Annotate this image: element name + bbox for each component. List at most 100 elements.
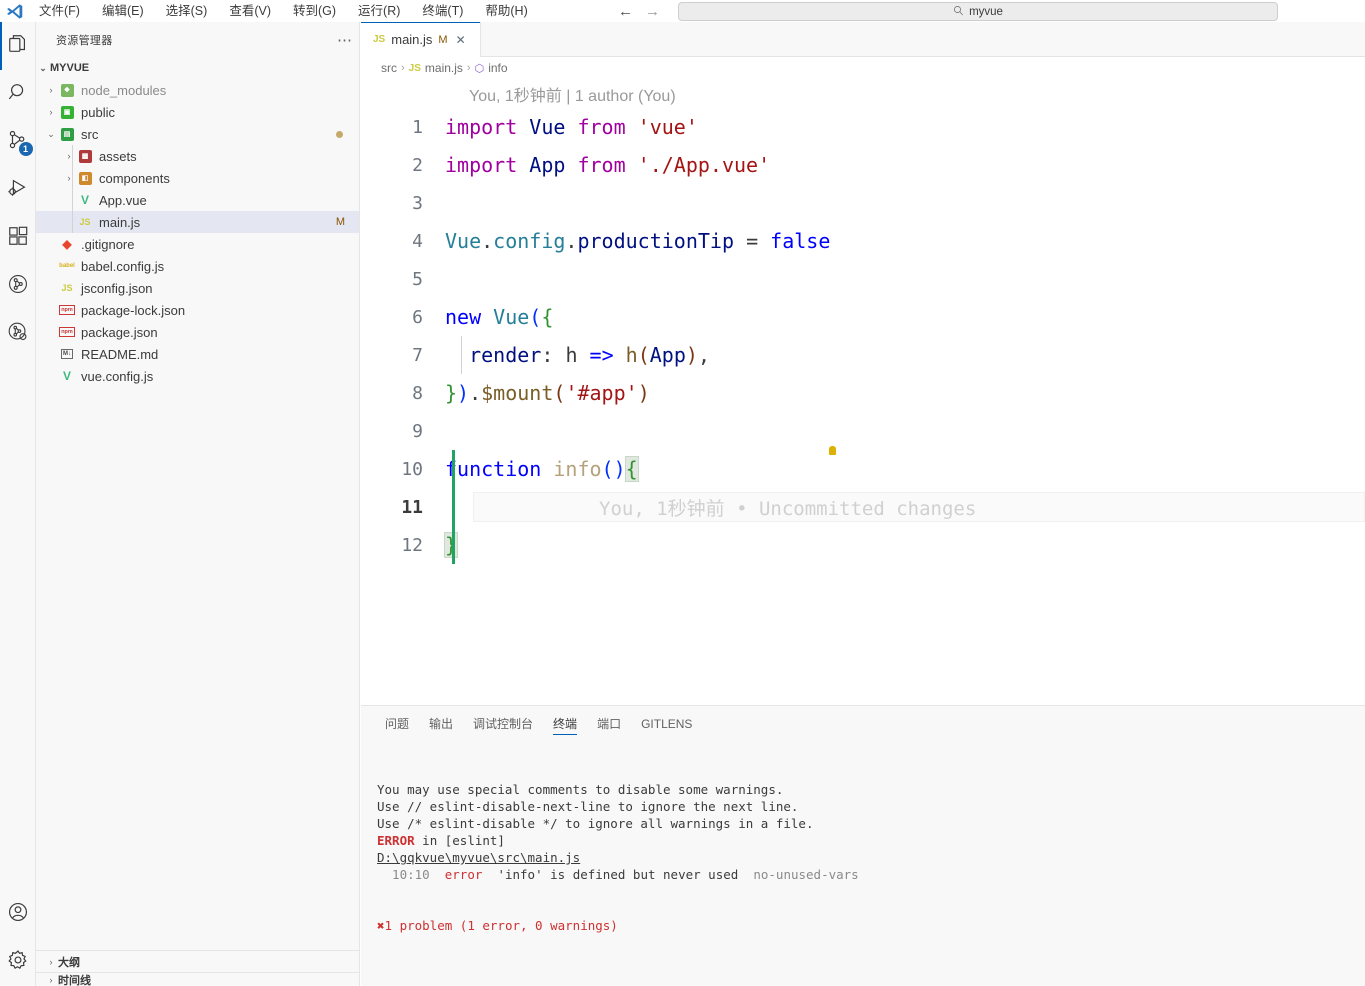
tree-item-assets[interactable]: › ▩ assets — [36, 145, 359, 167]
editor-area: JS main.js M ✕ src › JS main.js › ⬡ info… — [361, 22, 1365, 986]
chevron-right-icon: › — [67, 173, 71, 183]
tree-item-label: components — [99, 170, 170, 186]
code-editor[interactable]: You, 1秒钟前 | 1 author (You) 1 import Vue … — [361, 79, 1365, 684]
tree-item-main-js[interactable]: JS main.js M — [36, 211, 359, 233]
menu-terminal[interactable]: 终端(T) — [411, 1, 474, 21]
problem-rule: no-unused-vars — [753, 867, 859, 882]
problem-summary: 1 problem (1 error, 0 warnings) — [384, 918, 618, 933]
code-line-4: 4 Vue.config.productionTip = false — [361, 222, 1365, 260]
sidebar-collapsed-sections: › 大纲 › 时间线 — [36, 950, 360, 986]
chevron-down-icon: ⌄ — [47, 128, 55, 139]
breadcrumb-info[interactable]: info — [488, 61, 507, 75]
activity-item-explorer[interactable] — [0, 22, 36, 70]
tab-debug-console[interactable]: 调试控制台 — [463, 706, 543, 741]
tree-item-vue-config[interactable]: V vue.config.js — [36, 365, 359, 387]
tab-ports[interactable]: 端口 — [587, 706, 631, 741]
vscode-logo-icon — [0, 0, 28, 22]
modified-gutter-bar — [452, 450, 455, 488]
panel-tabs: 问题 输出 调试控制台 终端 端口 GITLENS — [361, 706, 1365, 741]
breadcrumb-src[interactable]: src — [381, 61, 397, 75]
line-number: 4 — [412, 230, 423, 252]
tab-modified-badge: M — [438, 33, 448, 46]
activity-item-source-control[interactable]: 1 — [0, 118, 36, 166]
problem-message: 'info' is defined but never used — [497, 867, 739, 882]
close-icon[interactable]: ✕ — [456, 33, 466, 47]
activity-item-search[interactable] — [0, 70, 36, 118]
arrow-right-icon[interactable]: → — [645, 4, 660, 19]
tree-item-label: package-lock.json — [81, 302, 186, 318]
modified-badge: M — [335, 216, 345, 228]
problem-position: 10:10 — [377, 867, 430, 882]
tree-item-package-json[interactable]: npm package.json — [36, 321, 359, 343]
ellipsis-icon[interactable]: ⋯ — [337, 31, 353, 49]
tree-root-myvue[interactable]: ⌄ MYVUE — [36, 57, 359, 79]
line-number: 12 — [401, 534, 423, 556]
tab-problems[interactable]: 问题 — [375, 706, 419, 741]
bottom-panel: 问题 输出 调试控制台 终端 端口 GITLENS You may use sp… — [361, 705, 1365, 986]
menu-file[interactable]: 文件(F) — [28, 1, 91, 21]
tree-item-label: App.vue — [99, 192, 147, 208]
activity-bar-bottom — [0, 890, 36, 986]
tree-item-app-vue[interactable]: V App.vue — [36, 189, 359, 211]
menu-help[interactable]: 帮助(H) — [474, 1, 538, 21]
line-number: 8 — [412, 382, 423, 404]
section-timeline[interactable]: › 时间线 — [36, 972, 360, 986]
gitlens-icon — [7, 273, 29, 300]
quick-input-search[interactable]: myvue — [678, 2, 1278, 21]
tab-terminal[interactable]: 终端 — [543, 706, 587, 741]
tab-output[interactable]: 输出 — [419, 706, 463, 741]
menu-selection[interactable]: 选择(S) — [155, 1, 219, 21]
code-line-6: 6 new Vue({ — [361, 298, 1365, 336]
title-bar: 文件(F) 编辑(E) 选择(S) 查看(V) 转到(G) 运行(R) 终端(T… — [0, 0, 1365, 22]
lightbulb-icon[interactable] — [829, 446, 836, 455]
menu-run[interactable]: 运行(R) — [347, 1, 411, 21]
terminal-file-path: D:\gqkvue\myvue\src\main.js — [377, 849, 1365, 866]
activity-item-manage[interactable] — [0, 938, 36, 986]
extensions-icon — [7, 225, 29, 252]
activity-item-gitlens-inspect[interactable] — [0, 310, 36, 358]
menu-view[interactable]: 查看(V) — [218, 1, 282, 21]
tree-item-src[interactable]: ⌄ ▤ src — [36, 123, 359, 145]
tab-gitlens[interactable]: GITLENS — [631, 706, 702, 741]
terminal-problem-line: 10:10 error 'info' is defined but never … — [377, 866, 1365, 883]
activity-item-run-and-debug[interactable] — [0, 166, 36, 214]
code-line-12: 12 } — [361, 526, 1365, 564]
tree-item-label: README.md — [81, 346, 159, 362]
activity-item-gitlens[interactable] — [0, 262, 36, 310]
menu-go[interactable]: 转到(G) — [282, 1, 347, 21]
activity-item-accounts[interactable] — [0, 890, 36, 938]
source-control-badge: 1 — [18, 142, 33, 156]
tree-item-label: package.json — [81, 324, 158, 340]
tree-item-package-lock[interactable]: npm package-lock.json — [36, 299, 359, 321]
indent-guide — [72, 189, 73, 211]
tab-label: main.js — [391, 32, 433, 47]
section-outline[interactable]: › 大纲 — [36, 950, 360, 972]
terminal-output[interactable]: You may use special comments to disable … — [361, 741, 1365, 986]
file-path-link[interactable]: D:\gqkvue\myvue\src\main.js — [377, 850, 580, 865]
menu-edit[interactable]: 编辑(E) — [91, 1, 155, 21]
line-number: 1 — [412, 116, 423, 138]
modified-gutter-bar — [452, 488, 455, 526]
line-content: Vue.config.productionTip = false — [445, 229, 831, 253]
search-icon — [953, 5, 964, 19]
code-line-10: 10 function info(){ — [361, 446, 1365, 488]
line-number: 10 — [401, 458, 423, 480]
tree-item-readme[interactable]: M↓ README.md — [36, 343, 359, 365]
breadcrumb-main-js[interactable]: main.js — [425, 61, 463, 75]
tree-item-label: node_modules — [81, 82, 167, 98]
tree-item-components[interactable]: › ◧ components — [36, 167, 359, 189]
code-line-8: 8 }).$mount('#app') — [361, 374, 1365, 412]
navigation-arrows: ← → — [618, 0, 660, 22]
tree-item-gitignore[interactable]: ◆ .gitignore — [36, 233, 359, 255]
vue-file-icon: V — [80, 193, 89, 207]
arrow-left-icon[interactable]: ← — [618, 4, 633, 19]
tree-item-node_modules[interactable]: › ❖ node_modules — [36, 79, 359, 101]
tree-item-label: jsconfig.json — [81, 280, 153, 296]
tab-main-js[interactable]: JS main.js M ✕ — [361, 22, 481, 57]
tree-item-babel-config[interactable]: babel babel.config.js — [36, 255, 359, 277]
tree-item-jsconfig[interactable]: JS jsconfig.json — [36, 277, 359, 299]
activity-item-extensions[interactable] — [0, 214, 36, 262]
blame-header: You, 1秒钟前 | 1 author (You) — [469, 87, 676, 105]
tree-item-public[interactable]: › ▣ public — [36, 101, 359, 123]
sidebar-header: 资源管理器 ⋯ — [36, 22, 359, 57]
